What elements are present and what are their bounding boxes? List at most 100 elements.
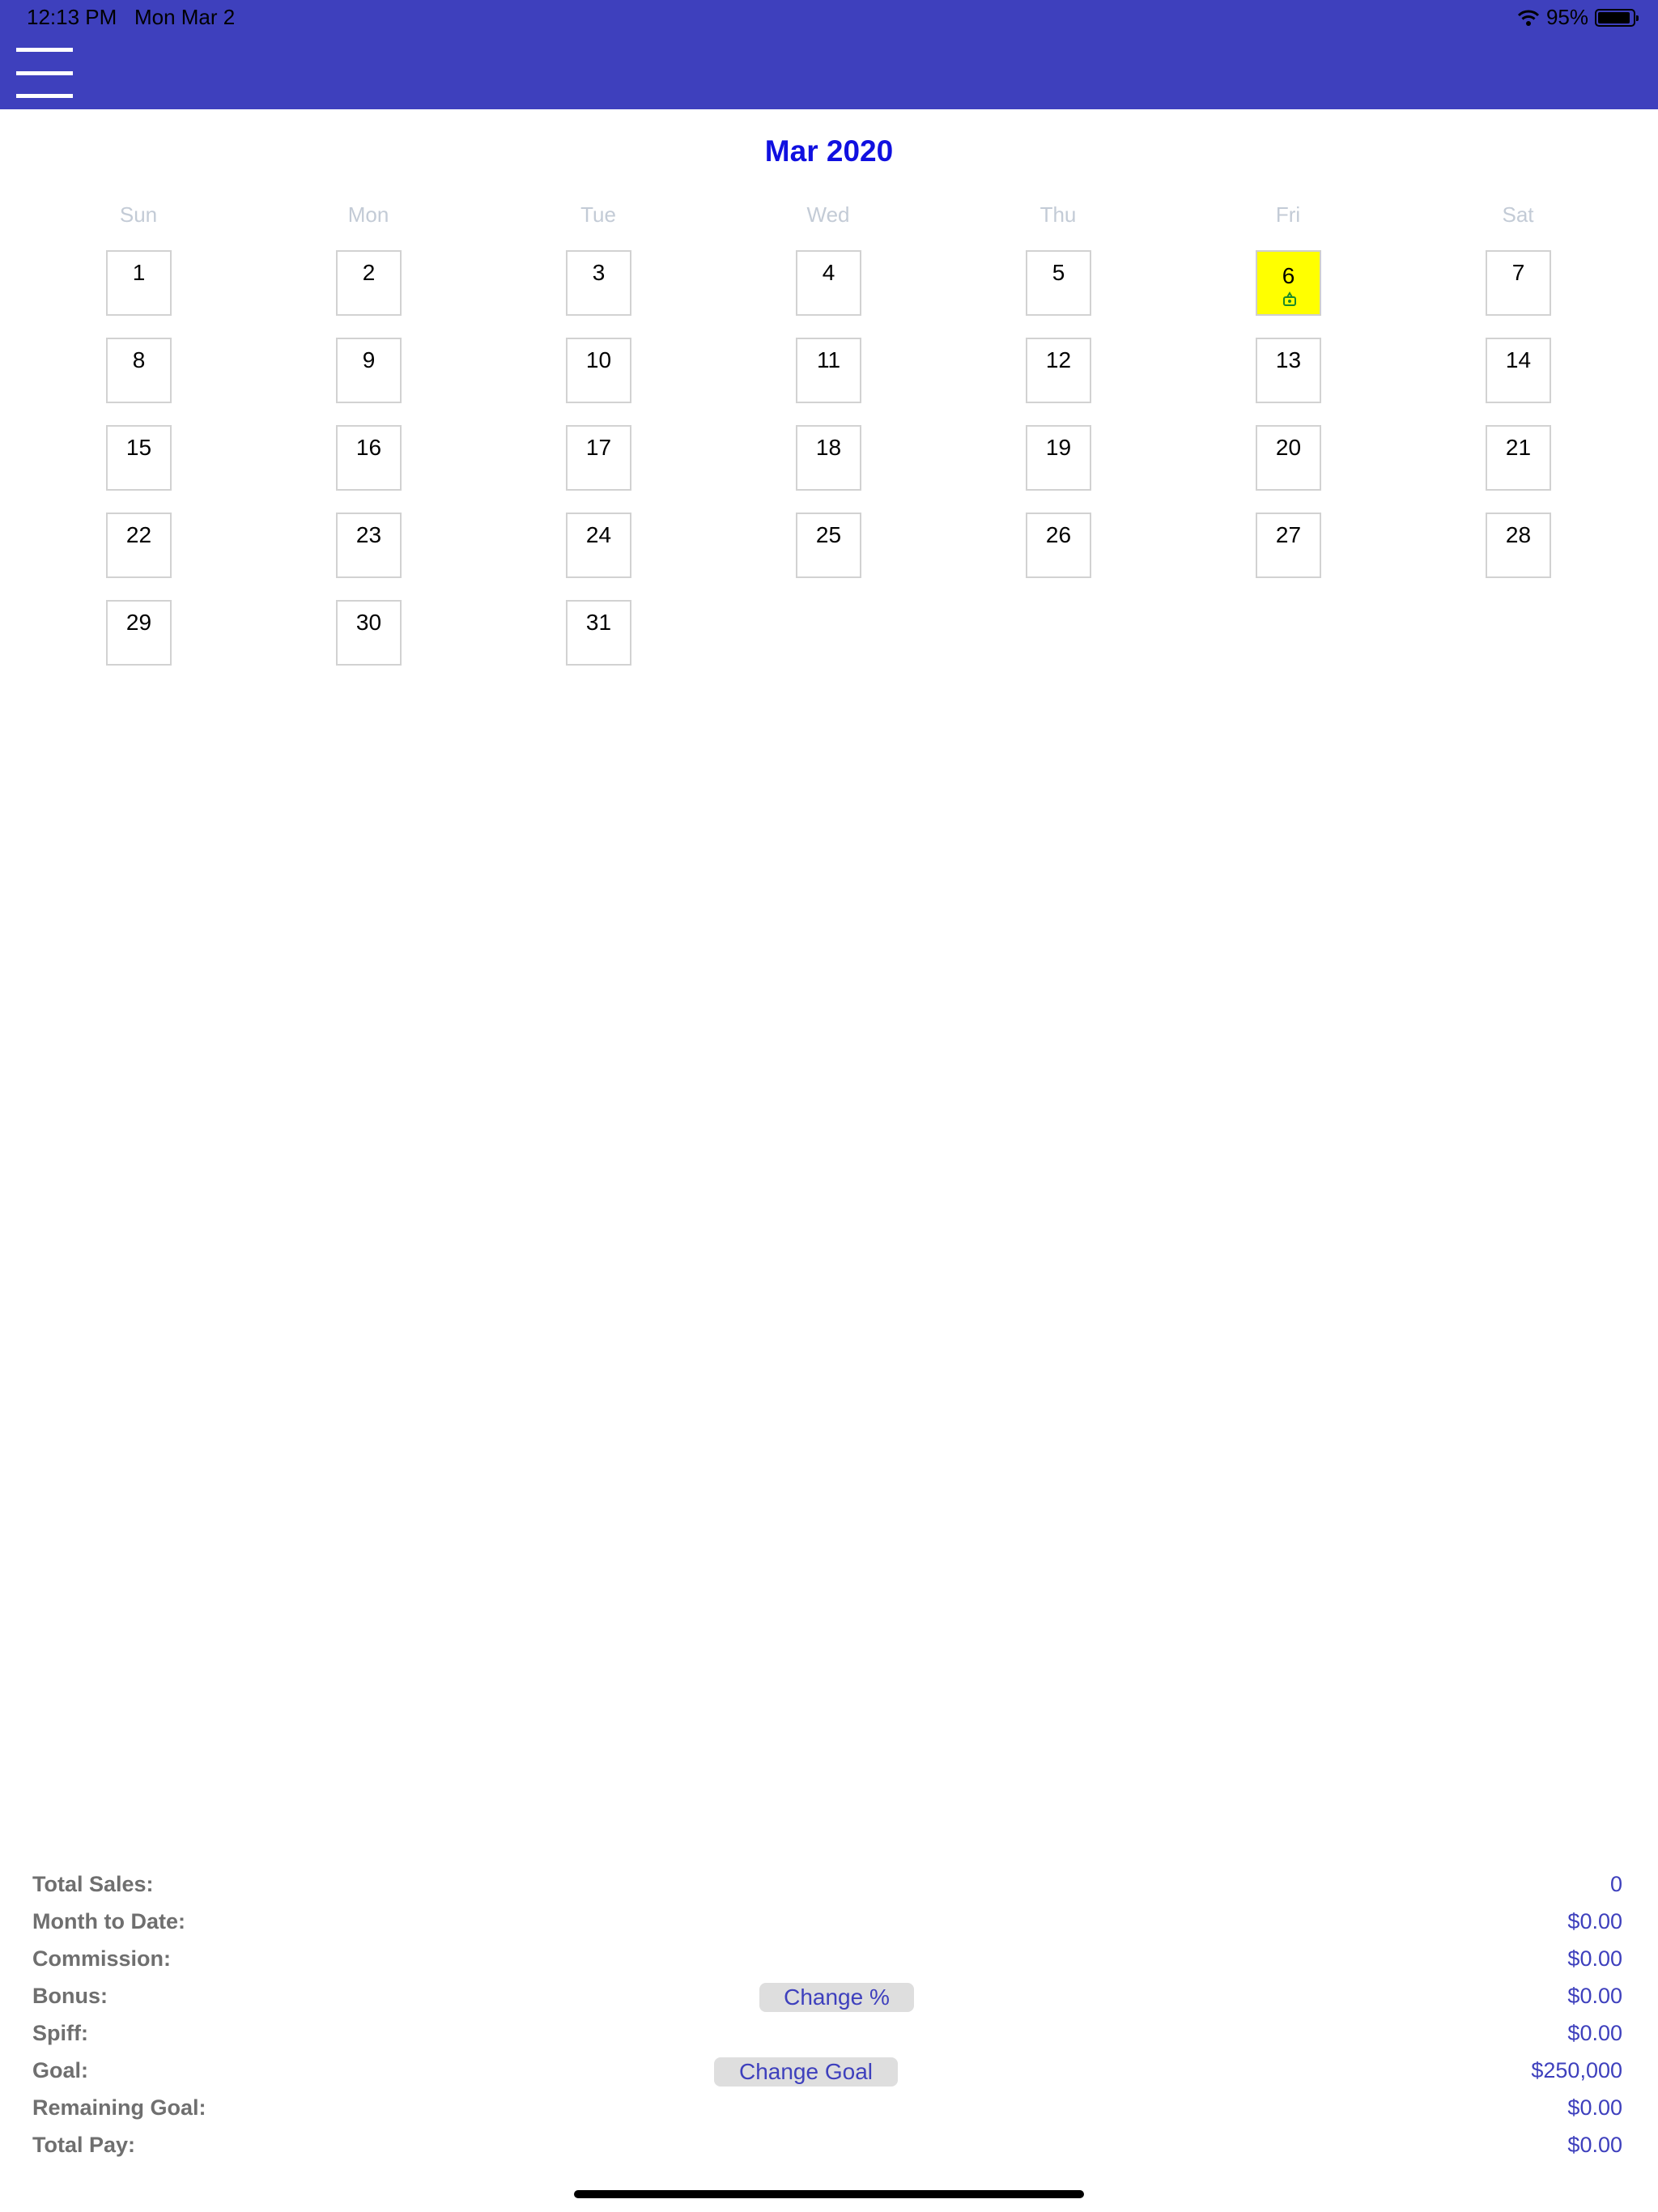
day-number: 28 — [1505, 522, 1532, 547]
month-to-date-label: Month to Date: — [32, 1909, 185, 1933]
day-number: 25 — [815, 522, 842, 547]
day-number: 23 — [355, 522, 382, 547]
home-indicator[interactable] — [574, 2190, 1084, 2198]
day-number: 14 — [1505, 347, 1532, 372]
weekday-tue: Tue — [580, 202, 616, 227]
day-number: 10 — [585, 347, 612, 372]
day-cell-25[interactable]: 25 — [796, 513, 861, 578]
spiff-value: $0.00 — [1567, 2021, 1622, 2045]
day-cell-24[interactable]: 24 — [566, 513, 631, 578]
day-cell-29[interactable]: 29 — [106, 600, 172, 666]
day-cell-14[interactable]: 14 — [1486, 338, 1551, 403]
day-cell-4[interactable]: 4 — [796, 250, 861, 316]
day-cell-20[interactable]: 20 — [1256, 425, 1321, 491]
day-cell-8[interactable]: 8 — [106, 338, 172, 403]
hamburger-menu-icon[interactable] — [16, 48, 73, 98]
day-number: 19 — [1045, 435, 1072, 460]
day-cell-2[interactable]: 2 — [336, 250, 402, 316]
day-number: 20 — [1275, 435, 1302, 460]
change-goal-button[interactable]: Change Goal — [714, 2057, 898, 2087]
day-number: 13 — [1275, 347, 1302, 372]
bonus-value: $0.00 — [1567, 1984, 1622, 2008]
day-number: 5 — [1052, 260, 1065, 285]
day-number: 8 — [132, 347, 146, 372]
day-cell-21[interactable]: 21 — [1486, 425, 1551, 491]
day-number: 11 — [816, 347, 841, 372]
day-cell-18[interactable]: 18 — [796, 425, 861, 491]
app-screen: 12:13 PM Mon Mar 2 95% Mar 2020 Sun Mon Tu… — [0, 0, 1658, 2212]
day-cell-23[interactable]: 23 — [336, 513, 402, 578]
day-cell-27[interactable]: 27 — [1256, 513, 1321, 578]
day-number: 30 — [355, 610, 382, 635]
day-cell-5[interactable]: 5 — [1026, 250, 1091, 316]
status-time: 12:13 PM Mon Mar 2 — [27, 5, 235, 30]
day-number: 22 — [125, 522, 152, 547]
total-pay-label: Total Pay: — [32, 2133, 136, 2157]
remaining-goal-value: $0.00 — [1567, 2095, 1622, 2120]
commission-value: $0.00 — [1567, 1946, 1622, 1971]
weekday-sat: Sat — [1502, 202, 1534, 227]
day-cell-19[interactable]: 19 — [1026, 425, 1091, 491]
total-sales-label: Total Sales: — [32, 1872, 154, 1896]
day-number: 6 — [1282, 263, 1295, 288]
day-number: 16 — [355, 435, 382, 460]
top-bar: 12:13 PM Mon Mar 2 95% — [0, 0, 1658, 109]
day-cell-26[interactable]: 26 — [1026, 513, 1091, 578]
total-sales-value: 0 — [1609, 1872, 1622, 1896]
weekday-wed: Wed — [806, 202, 850, 227]
status-indicators: 95% — [1517, 5, 1639, 30]
day-cell-13[interactable]: 13 — [1256, 338, 1321, 403]
day-number: 26 — [1045, 522, 1072, 547]
day-number: 18 — [815, 435, 842, 460]
weekday-mon: Mon — [347, 202, 389, 227]
day-number: 12 — [1045, 347, 1072, 372]
day-number: 27 — [1275, 522, 1302, 547]
status-date: Mon Mar 2 — [134, 5, 236, 29]
goal-label: Goal: — [32, 2058, 89, 2082]
day-number: 3 — [592, 260, 606, 285]
day-cell-6[interactable]: 6 — [1256, 250, 1321, 316]
day-cell-22[interactable]: 22 — [106, 513, 172, 578]
weekday-fri: Fri — [1275, 202, 1301, 227]
day-number: 4 — [822, 260, 835, 285]
month-title: Mar 2020 — [764, 134, 894, 168]
day-cell-9[interactable]: 9 — [336, 338, 402, 403]
day-number: 17 — [585, 435, 612, 460]
day-cell-12[interactable]: 12 — [1026, 338, 1091, 403]
day-number: 15 — [125, 435, 152, 460]
wifi-icon — [1517, 10, 1540, 26]
day-number: 24 — [585, 522, 612, 547]
battery-percent: 95% — [1545, 5, 1588, 29]
day-number: 2 — [362, 260, 376, 285]
total-pay-value: $0.00 — [1567, 2133, 1622, 2157]
weekday-sun: Sun — [119, 202, 158, 227]
commission-label: Commission: — [32, 1946, 172, 1971]
day-cell-3[interactable]: 3 — [566, 250, 631, 316]
spiff-label: Spiff: — [32, 2021, 88, 2045]
month-to-date-value: $0.00 — [1567, 1909, 1622, 1933]
remaining-goal-label: Remaining Goal: — [32, 2095, 206, 2120]
day-number: 9 — [362, 347, 376, 372]
bonus-label: Bonus: — [32, 1984, 108, 2008]
weekday-thu: Thu — [1039, 202, 1077, 227]
day-number: 31 — [585, 610, 612, 635]
day-cell-11[interactable]: 11 — [796, 338, 861, 403]
goal-value: $250,000 — [1531, 2058, 1622, 2082]
change-percent-button[interactable]: Change % — [759, 1983, 914, 2012]
day-cell-16[interactable]: 16 — [336, 425, 402, 491]
day-cell-17[interactable]: 17 — [566, 425, 631, 491]
day-number: 7 — [1511, 260, 1525, 285]
day-cell-1[interactable]: 1 — [106, 250, 172, 316]
day-cell-28[interactable]: 28 — [1486, 513, 1551, 578]
day-cell-10[interactable]: 10 — [566, 338, 631, 403]
day-number: 21 — [1505, 435, 1532, 460]
status-clock: 12:13 PM — [27, 5, 117, 29]
money-bag-icon — [1283, 291, 1296, 306]
day-cell-30[interactable]: 30 — [336, 600, 402, 666]
battery-icon — [1595, 8, 1639, 27]
day-cell-31[interactable]: 31 — [566, 600, 631, 666]
day-cell-7[interactable]: 7 — [1486, 250, 1551, 316]
day-number: 1 — [132, 260, 146, 285]
day-number: 29 — [125, 610, 152, 635]
day-cell-15[interactable]: 15 — [106, 425, 172, 491]
